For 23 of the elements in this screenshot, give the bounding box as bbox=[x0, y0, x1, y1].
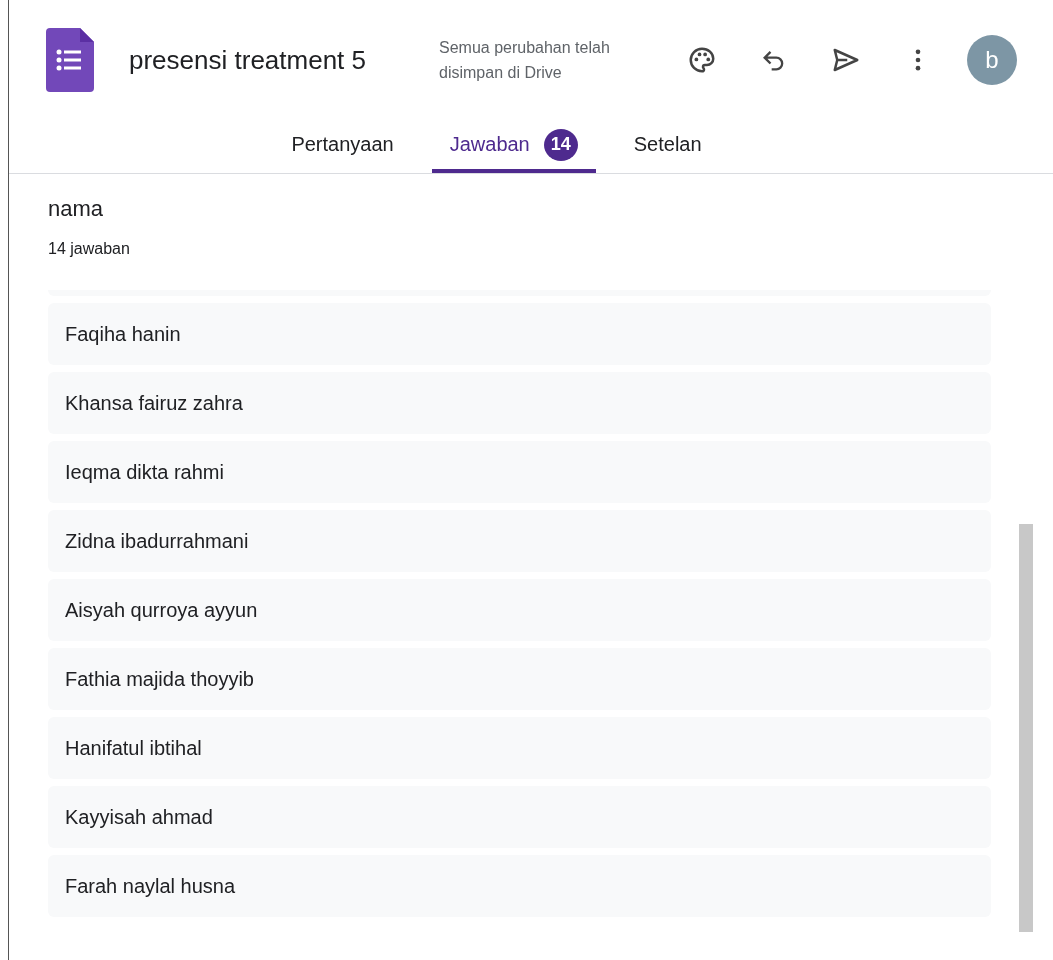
tab[interactable]: Jawaban 14 bbox=[431, 120, 596, 173]
tab[interactable]: Pertanyaan bbox=[273, 120, 412, 173]
tab-label: Jawaban bbox=[449, 133, 530, 156]
question-title: nama bbox=[48, 195, 105, 222]
tab-label: Setelan bbox=[633, 133, 702, 156]
count-badge: 14 bbox=[543, 128, 578, 161]
answer-row: Ieqma dikta rahmi bbox=[48, 441, 991, 503]
save-status: Semua perubahan telah disimpan di Drive bbox=[439, 38, 611, 83]
answer-row: Khansa fairuz zahra bbox=[48, 372, 991, 434]
form-title[interactable]: presensi treatment 5 bbox=[129, 44, 419, 76]
response-count: 14 jawaban bbox=[48, 240, 131, 258]
answer-row: Zidna ibadurrahmani bbox=[48, 510, 991, 572]
answer-row: Aisyah qurroya ayyun bbox=[48, 579, 991, 641]
answer-row: Kayyisah ahmad bbox=[48, 786, 991, 848]
answer-row: Farah naylal husna bbox=[48, 855, 991, 917]
answer-row: Hanifatul ibtihal bbox=[48, 717, 991, 779]
forms-logo-icon[interactable] bbox=[46, 28, 94, 92]
tab-label: Pertanyaan bbox=[291, 133, 394, 156]
scrollbar-thumb[interactable] bbox=[1019, 524, 1033, 932]
answer-row: Fathia majida thoyyib bbox=[48, 648, 991, 710]
palette-icon[interactable] bbox=[687, 45, 717, 75]
answer-row: Faqiha hanin bbox=[48, 303, 991, 365]
tab[interactable]: Setelan bbox=[615, 120, 720, 173]
